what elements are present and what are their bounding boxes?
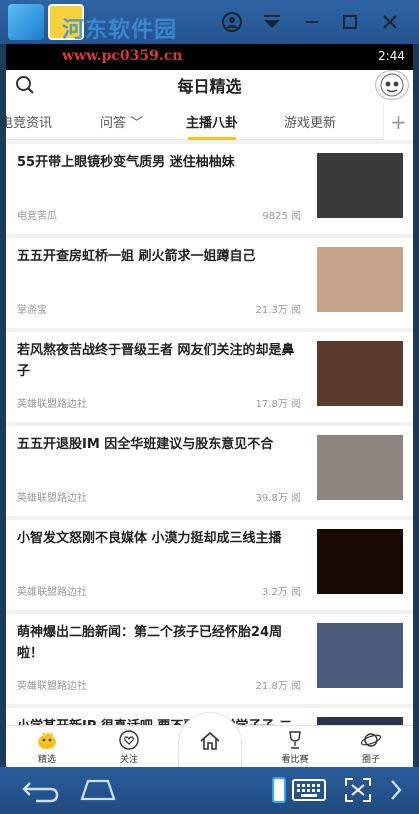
article-source: 英雄联盟路边社 [17,493,87,504]
keyboard-icon[interactable] [292,777,326,807]
list-item[interactable]: 五五开查房虹桥一姐 刷火箭求一姐蹲自己掌游宝 21.3万 阅 [6,238,413,328]
add-tab-button[interactable]: + [383,104,413,140]
home-nav-icon[interactable] [78,777,118,807]
article-thumbnail [317,529,403,594]
article-thumbnail [317,435,403,500]
emulator-title-bar: 河东软件园 [0,0,419,44]
article-thumbnail [317,623,403,688]
tab-game-updates[interactable]: 游戏更新 [284,112,336,131]
article-read-count: 17.8万 阅 [255,399,301,410]
article-thumbnail [317,247,403,312]
app-screen: 每日精选 电竞资讯 问答 ﹀ 主播八卦 游戏更新 + 55开带上眼镜秒变气质男 … [6,70,413,767]
tab-qa[interactable]: 问答 ﹀ [100,112,143,131]
article-read-count: 21.3万 阅 [255,305,301,316]
article-source: 电竞苦瓜 [17,211,57,222]
article-title: 五五开查房虹桥一姐 刷火箭求一姐蹲自己 [17,249,256,264]
fullscreen-icon[interactable] [344,777,372,807]
dropdown-menu-icon[interactable] [258,8,286,36]
avatar[interactable] [375,70,409,100]
status-clock: 2:44 [378,49,405,63]
list-item[interactable]: 若风熬夜苦战终于晋级王者 网友们关注的却是鼻子英雄联盟路边社 17.8万 阅 [6,332,413,422]
category-tabs: 电竞资讯 问答 ﹀ 主播八卦 游戏更新 + [6,104,413,140]
nav-featured-label: 精选 [37,755,56,765]
nav-follow[interactable]: 关注 [104,729,154,765]
maximize-icon[interactable] [336,8,364,36]
article-read-count: 3.2万 阅 [261,587,301,598]
back-icon[interactable] [22,777,60,807]
chevron-down-icon: ﹀ [130,116,144,131]
app-tab-home[interactable] [8,4,44,40]
article-title: 小智发文怒刚不良媒体 小漠力挺却成三线主播 [17,531,282,546]
list-item[interactable]: 萌神爆出二胎新闻：第二个孩子已经怀胎24周啦！ 英雄联盟路边社 21.8万 阅 [6,614,413,704]
minimize-icon[interactable] [298,8,326,36]
list-item[interactable]: 五五开退股IM 因全华班建议与股东意见不合英雄联盟路边社 39.8万 阅 [6,426,413,516]
nav-featured[interactable]: 精选 [22,729,72,765]
watermark-text: 河东软件园 [62,17,178,43]
app-header: 每日精选 [6,70,413,104]
nav-matches[interactable]: 看比赛 [270,729,320,765]
article-source: 英雄联盟路边社 [17,681,87,692]
close-icon[interactable] [376,8,404,36]
nav-circle-label: 圈子 [361,755,380,765]
article-source: 掌游宝 [17,305,47,316]
chevron-right-icon[interactable] [388,777,404,807]
article-read-count: 39.8万 阅 [255,493,301,504]
planet-icon [360,733,382,747]
trophy-icon [289,731,301,749]
article-list: 55开带上眼镜秒变气质男 迷住柚柚妹电竞苦瓜 9825 阅五五开查房虹桥一姐 刷火… [6,144,413,767]
tab-qa-label: 问答 [100,116,127,131]
phone-icon[interactable] [272,777,286,807]
emulator-nav-bar [0,767,419,814]
tab-streamer-gossip[interactable]: 主播八卦 [186,112,238,131]
article-title: 萌神爆出二胎新闻：第二个孩子已经怀胎24周啦！ [17,625,283,661]
nav-follow-label: 关注 [119,755,138,765]
list-item[interactable]: 小智发文怒刚不良媒体 小漠力挺却成三线主播英雄联盟路边社 3.2万 阅 [6,520,413,610]
list-item[interactable]: 55开带上眼镜秒变气质男 迷住柚柚妹电竞苦瓜 9825 阅 [6,144,413,234]
active-tab-indicator [188,137,236,140]
article-read-count: 21.8万 阅 [255,681,301,692]
article-thumbnail [317,153,403,218]
page-title: 每日精选 [177,77,242,96]
nav-circle[interactable]: 圈子 [346,729,396,765]
home-icon [200,731,220,750]
article-title: 五五开退股IM 因全华班建议与股东意见不合 [17,437,274,452]
article-source: 英雄联盟路边社 [17,399,87,410]
tab-esports-news[interactable]: 电竞资讯 [6,112,52,131]
bottom-nav: 精选 关注 看比赛 圈子 [6,712,413,767]
account-icon[interactable] [218,8,246,36]
article-read-count: 9825 阅 [262,211,301,222]
nav-matches-label: 看比赛 [281,755,309,765]
heart-icon [119,730,139,750]
nav-home-button[interactable] [178,712,242,767]
article-title: 若风熬夜苦战终于晋级王者 网友们关注的却是鼻子 [17,343,295,379]
watermark-url: www.pc0359.cn [62,48,183,64]
chick-icon [38,732,56,749]
article-title: 55开带上眼镜秒变气质男 迷住柚柚妹 [17,155,235,170]
article-source: 英雄联盟路边社 [17,587,87,598]
article-thumbnail [317,341,403,406]
